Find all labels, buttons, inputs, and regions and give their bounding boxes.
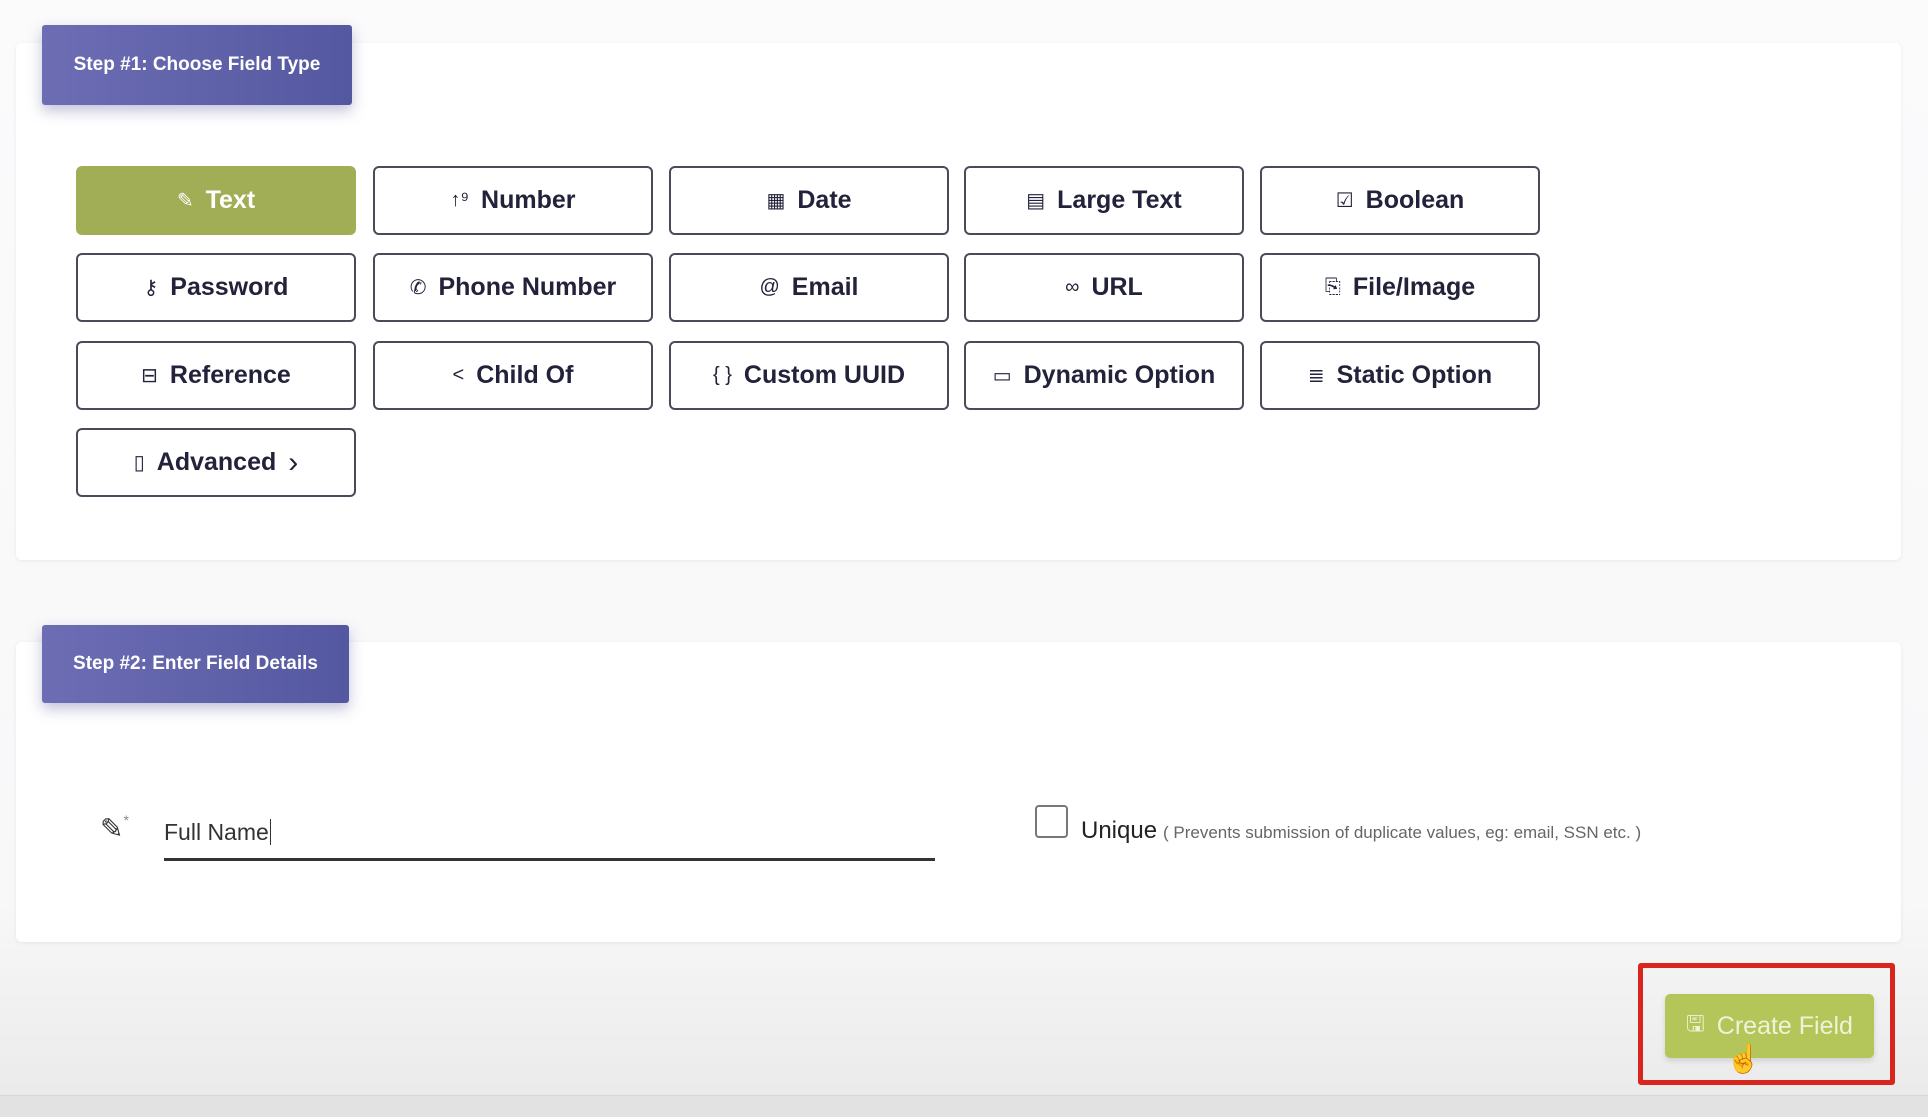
- share-icon: <: [452, 364, 465, 386]
- key-icon: ⚷: [143, 277, 159, 299]
- field-type-label: Advanced: [156, 448, 277, 476]
- newspaper-icon: ▤: [1026, 190, 1046, 212]
- field-type-label: Boolean: [1365, 186, 1465, 214]
- field-type-label: Number: [481, 186, 576, 214]
- field-type-label: Phone Number: [438, 273, 617, 301]
- field-type-custom-uuid[interactable]: { } Custom UUID: [669, 341, 949, 410]
- step2-badge: Step #2: Enter Field Details: [42, 625, 349, 703]
- unique-hint: ( Prevents submission of duplicate value…: [1163, 823, 1642, 842]
- folder-icon: ▭: [992, 365, 1012, 387]
- field-type-reference[interactable]: ⊟ Reference: [76, 341, 356, 410]
- number-sort-icon: ↑⁹: [450, 189, 470, 211]
- phone-icon: ✆: [409, 277, 427, 299]
- field-type-email[interactable]: @ Email: [669, 253, 949, 322]
- field-type-dynamic-option[interactable]: ▭ Dynamic Option: [964, 341, 1244, 410]
- page-bottom-bar: [0, 1095, 1928, 1117]
- save-icon: 🖫: [1686, 1011, 1705, 1036]
- list-icon: ≣: [1307, 365, 1325, 387]
- archive-icon: ⊟: [141, 365, 158, 387]
- field-type-label: Reference: [169, 361, 291, 389]
- field-type-label: Text: [205, 186, 256, 214]
- field-type-child-of[interactable]: < Child Of: [373, 341, 653, 410]
- field-type-url[interactable]: ∞ URL: [964, 253, 1244, 322]
- field-name-input[interactable]: Full Name: [164, 815, 935, 861]
- field-type-label: Dynamic Option: [1023, 361, 1216, 389]
- field-type-label: Custom UUID: [743, 361, 906, 389]
- field-type-label: Large Text: [1057, 186, 1182, 214]
- unique-checkbox[interactable]: [1035, 805, 1068, 838]
- create-field-label: Create Field: [1716, 1011, 1853, 1040]
- field-type-label: Static Option: [1336, 361, 1493, 389]
- at-icon: @: [759, 276, 780, 298]
- field-type-large-text[interactable]: ▤ Large Text: [964, 166, 1244, 235]
- required-mark: *: [123, 812, 129, 828]
- field-type-file-image[interactable]: ⎘ File/Image: [1260, 253, 1540, 322]
- braces-icon: { }: [712, 364, 732, 386]
- field-name-icon: ✎*: [100, 812, 129, 844]
- unique-label: Unique: [1081, 817, 1158, 844]
- field-type-label: Password: [170, 273, 289, 301]
- hand-cursor-icon: ☝: [1726, 1043, 1761, 1074]
- document-icon: ▯: [133, 452, 145, 474]
- create-field-button[interactable]: 🖫 Create Field: [1665, 994, 1874, 1058]
- pencil-icon: ✎: [176, 190, 194, 212]
- field-type-boolean[interactable]: ☑ Boolean: [1260, 166, 1540, 235]
- field-type-label: Email: [791, 273, 859, 301]
- field-type-label: Date: [797, 186, 852, 214]
- field-type-number[interactable]: ↑⁹ Number: [373, 166, 653, 235]
- step1-badge: Step #1: Choose Field Type: [42, 25, 352, 105]
- paperclip-icon: ⎘: [1324, 276, 1341, 298]
- checkbox-icon: ☑: [1335, 190, 1354, 212]
- field-type-password[interactable]: ⚷ Password: [76, 253, 356, 322]
- field-type-label: URL: [1091, 273, 1143, 301]
- field-type-date[interactable]: ▦ Date: [669, 166, 949, 235]
- field-type-text[interactable]: ✎ Text: [76, 166, 356, 235]
- calendar-icon: ▦: [766, 190, 786, 212]
- field-type-label: Child Of: [476, 361, 574, 389]
- chevron-right-icon: ›: [288, 445, 299, 479]
- field-name-value: Full Name: [164, 819, 269, 845]
- field-type-label: File/Image: [1352, 273, 1476, 301]
- link-icon: ∞: [1065, 276, 1080, 298]
- field-type-static-option[interactable]: ≣ Static Option: [1260, 341, 1540, 410]
- field-type-phone-number[interactable]: ✆ Phone Number: [373, 253, 653, 322]
- field-type-advanced[interactable]: ▯ Advanced ›: [76, 428, 356, 497]
